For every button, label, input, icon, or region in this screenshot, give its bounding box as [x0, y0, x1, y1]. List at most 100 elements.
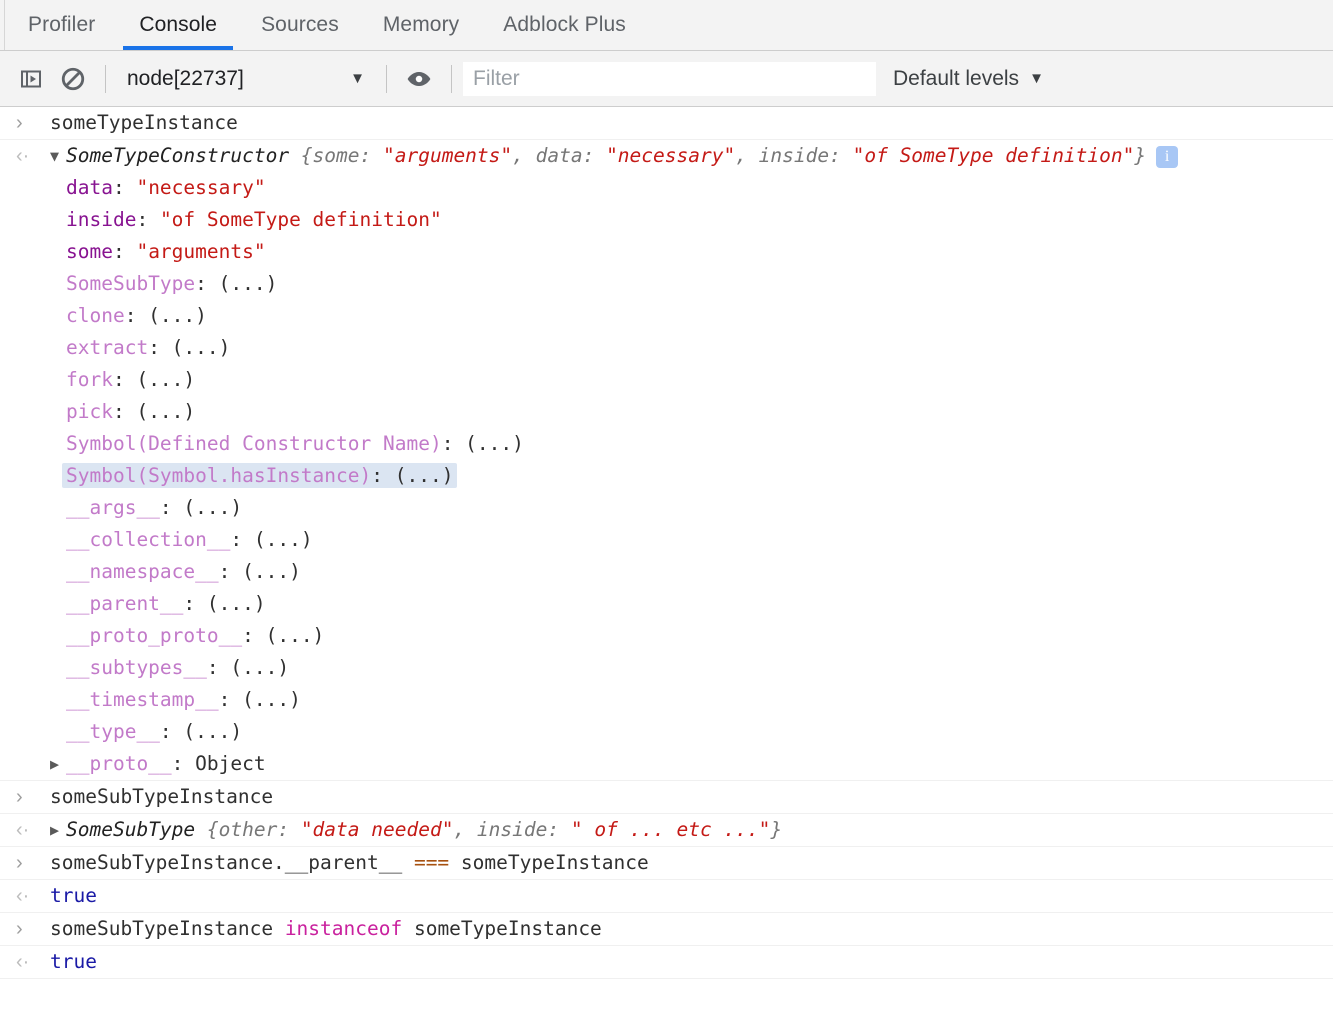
filter-input[interactable]: [463, 61, 876, 96]
object-preview-close: }: [770, 818, 783, 841]
console-message: › someTypeInstance: [0, 107, 1333, 140]
console-output-value: true: [50, 884, 97, 907]
tab-memory[interactable]: Memory: [361, 0, 481, 50]
property-value[interactable]: (...): [148, 304, 207, 327]
property-separator: :: [124, 304, 149, 327]
tab-console[interactable]: Console: [117, 0, 239, 50]
property-content: SomeSubType: (...): [66, 272, 277, 295]
property-content: pick: (...): [66, 400, 195, 423]
object-property-row[interactable]: __args__: (...): [16, 492, 1333, 524]
tab-label: Console: [139, 13, 218, 36]
object-property-row[interactable]: fork: (...): [16, 364, 1333, 396]
property-name: __proto_proto__: [66, 624, 243, 647]
object-property-row[interactable]: __type__: (...): [16, 716, 1333, 748]
console-input-expression[interactable]: someSubTypeInstance: [50, 785, 273, 808]
property-content: fork: (...): [66, 368, 195, 391]
collapse-triangle-icon[interactable]: ▼: [50, 140, 66, 172]
object-property-row[interactable]: __proto_proto__: (...): [16, 620, 1333, 652]
property-name: SomeSubType: [66, 272, 196, 295]
property-value[interactable]: (...): [183, 720, 242, 743]
log-levels-select[interactable]: Default levels ▼: [893, 67, 1044, 91]
object-preview-part: , inside:: [735, 144, 853, 167]
object-property-row[interactable]: some: "arguments": [16, 236, 1333, 268]
execution-context-select[interactable]: node[22737] ▼: [117, 59, 375, 99]
expand-triangle-icon[interactable]: ▶: [50, 814, 66, 846]
property-value[interactable]: (...): [230, 656, 289, 679]
object-preview-part: "data needed": [300, 818, 454, 841]
property-name: some: [66, 240, 113, 263]
property-value: "arguments": [136, 240, 266, 263]
property-content: __subtypes__: (...): [66, 656, 289, 679]
console-input-token: someTypeInstance: [449, 851, 649, 874]
output-marker-icon: ‹·: [16, 885, 30, 907]
object-property-row[interactable]: __collection__: (...): [16, 524, 1333, 556]
console-message: › someSubTypeInstance.__parent__ === some…: [0, 847, 1333, 880]
property-content: __collection__: (...): [66, 528, 313, 551]
property-separator: :: [218, 560, 243, 583]
console-sidebar-icon[interactable]: [10, 58, 52, 100]
object-property-row[interactable]: __timestamp__: (...): [16, 684, 1333, 716]
property-value[interactable]: (...): [395, 464, 454, 487]
tab-profiler[interactable]: Profiler: [6, 0, 117, 50]
console-input-token: someSubTypeInstance.__parent__: [50, 851, 414, 874]
clear-console-icon[interactable]: [52, 58, 94, 100]
property-value[interactable]: (...): [254, 528, 313, 551]
expand-triangle-icon[interactable]: ▶: [50, 748, 66, 780]
object-property-row[interactable]: extract: (...): [16, 332, 1333, 364]
property-separator: :: [159, 720, 184, 743]
property-name: inside: [66, 208, 137, 231]
eye-icon[interactable]: [398, 58, 440, 100]
property-separator: :: [112, 400, 137, 423]
property-name: data: [66, 176, 113, 199]
property-value[interactable]: (...): [242, 560, 301, 583]
tab-adblock-plus[interactable]: Adblock Plus: [481, 0, 648, 50]
property-name: fork: [66, 368, 113, 391]
object-property-row[interactable]: SomeSubType: (...): [16, 268, 1333, 300]
property-separator: :: [148, 336, 172, 359]
property-separator: :: [136, 208, 160, 231]
property-content: __type__: (...): [66, 720, 242, 743]
console-message: ‹· true: [0, 880, 1333, 913]
object-property-row[interactable]: clone: (...): [16, 300, 1333, 332]
property-name: __timestamp__: [66, 688, 219, 711]
property-value[interactable]: (...): [242, 688, 301, 711]
console-input-token: someTypeInstance: [402, 917, 602, 940]
property-name: __type__: [66, 720, 160, 743]
property-value[interactable]: (...): [136, 400, 195, 423]
property-value[interactable]: (...): [183, 496, 242, 519]
object-preview-part: " of ... etc ...": [570, 818, 771, 841]
console-message: › someSubTypeInstance: [0, 781, 1333, 814]
property-separator: :: [441, 432, 466, 455]
object-property-row[interactable]: pick: (...): [16, 396, 1333, 428]
object-property-row[interactable]: __namespace__: (...): [16, 556, 1333, 588]
console-message: › someSubTypeInstance instanceof someType…: [0, 913, 1333, 946]
object-property-row[interactable]: __subtypes__: (...): [16, 652, 1333, 684]
property-name: __args__: [66, 496, 160, 519]
tab-bar-left-edge: [0, 0, 5, 50]
property-name: __namespace__: [66, 560, 219, 583]
info-badge-icon[interactable]: i: [1156, 145, 1179, 168]
property-value: "necessary": [136, 176, 266, 199]
property-value[interactable]: (...): [136, 368, 195, 391]
console-input-token: instanceof: [284, 917, 403, 940]
property-content: extract: (...): [66, 336, 230, 359]
object-property-row[interactable]: data: "necessary": [16, 172, 1333, 204]
property-value[interactable]: (...): [172, 336, 231, 359]
object-proto-row[interactable]: ▶ __proto__: Object: [16, 748, 1333, 780]
property-value[interactable]: (...): [207, 592, 266, 615]
object-preview-part: , inside:: [453, 818, 571, 841]
property-separator: :: [230, 528, 254, 551]
property-value[interactable]: (...): [219, 272, 278, 295]
object-property-row[interactable]: inside: "of SomeType definition": [16, 204, 1333, 236]
tab-sources[interactable]: Sources: [239, 0, 361, 50]
object-preview-close: }: [1134, 144, 1147, 167]
console-toolbar: node[22737] ▼ Default levels ▼: [0, 51, 1333, 107]
console-output-value: true: [50, 950, 97, 973]
object-property-row[interactable]: __parent__: (...): [16, 588, 1333, 620]
property-value[interactable]: (...): [266, 624, 325, 647]
console-input-expression[interactable]: someTypeInstance: [50, 111, 238, 134]
object-property-row[interactable]: Symbol(Symbol.hasInstance): (...): [16, 460, 1333, 492]
property-value[interactable]: (...): [465, 432, 524, 455]
toolbar-divider-3: [451, 64, 452, 93]
object-property-row[interactable]: Symbol(Defined Constructor Name): (...): [16, 428, 1333, 460]
